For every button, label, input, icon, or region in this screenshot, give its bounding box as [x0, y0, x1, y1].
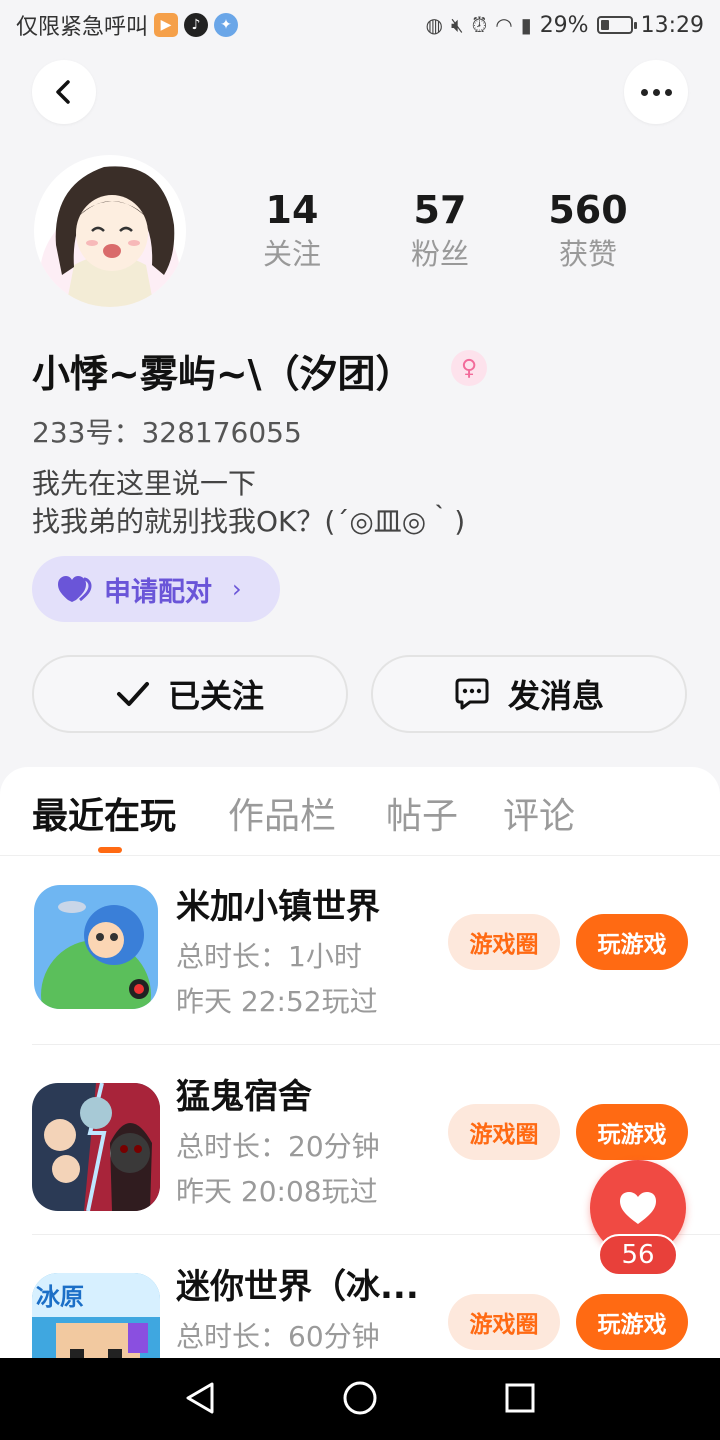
content-panel: 最近在玩 作品栏 帖子 评论 米加小镇世界 总时长：1小时 昨天 22:52玩过… — [0, 767, 720, 1387]
list-item[interactable]: 米加小镇世界 总时长：1小时 昨天 22:52玩过 游戏圈 玩游戏 — [0, 855, 720, 1045]
game-title: 猛鬼宿舍 — [176, 1077, 312, 1117]
stat-likes[interactable]: 560 获赞 — [528, 186, 648, 274]
tab-recently-played[interactable]: 最近在玩 — [32, 787, 176, 839]
game-last-played: 昨天 22:52玩过 — [176, 985, 378, 1018]
chevron-right-icon: › — [232, 575, 242, 603]
tab-bar: 最近在玩 作品栏 帖子 评论 — [0, 767, 720, 856]
stat-label: 粉丝 — [410, 237, 469, 271]
app-badge-icon: ✦ — [214, 13, 239, 37]
avatar[interactable] — [34, 155, 186, 307]
more-dots-icon — [640, 88, 672, 96]
follow-button-label: 已关注 — [167, 677, 264, 715]
system-nav-bar — [0, 1358, 720, 1440]
game-duration: 总时长：1小时 — [176, 940, 362, 973]
stat-followers[interactable]: 57 粉丝 — [380, 186, 500, 274]
alarm-icon: ⏰︎ — [471, 13, 488, 37]
stat-value: 560 — [548, 188, 628, 232]
signal-icon: ▮ — [520, 13, 532, 37]
nav-back-button[interactable] — [180, 1378, 220, 1418]
game-title: 米加小镇世界 — [176, 887, 380, 927]
circle-home-icon — [343, 1381, 377, 1415]
profile-bio: 我先在这里说一下 找我弟的就别找我OK？(´◎皿◎｀) — [32, 465, 465, 541]
game-circle-button[interactable]: 游戏圈 — [448, 914, 560, 970]
game-icon — [32, 1083, 160, 1211]
like-count-badge: 56 — [598, 1234, 678, 1276]
request-pair-button[interactable]: 申请配对 › — [32, 556, 280, 622]
more-options-button[interactable] — [624, 60, 688, 124]
mute-icon: 🔇︎ — [451, 13, 464, 37]
play-game-button[interactable]: 玩游戏 — [576, 1104, 688, 1160]
tab-comments[interactable]: 评论 — [503, 787, 575, 839]
battery-icon — [596, 16, 637, 34]
status-bar: 仅限紧急呼叫 ▶ ♪ ✦ ◍ 🔇︎ ⏰︎ ◠ ▮ 29% 13:29 — [0, 0, 720, 50]
message-button-label: 发消息 — [507, 677, 604, 715]
square-recents-icon — [505, 1383, 535, 1413]
follow-button[interactable]: 已关注 — [32, 655, 348, 733]
game-circle-button[interactable]: 游戏圈 — [448, 1104, 560, 1160]
nav-home-button[interactable] — [340, 1378, 380, 1418]
chat-bubble-icon — [455, 678, 489, 710]
game-icon-label: 冰原 — [36, 1283, 84, 1311]
female-gender-icon: ♀ — [451, 350, 487, 386]
stat-following[interactable]: 14 关注 — [232, 186, 352, 274]
send-message-button[interactable]: 发消息 — [371, 655, 687, 733]
game-circle-button[interactable]: 游戏圈 — [448, 1294, 560, 1350]
tiktok-icon: ♪ — [184, 13, 209, 37]
game-title: 迷你世界（冰... — [176, 1267, 419, 1307]
stat-label: 关注 — [262, 237, 321, 271]
game-duration: 总时长：20分钟 — [176, 1130, 380, 1163]
bio-line: 找我弟的就别找我OK？(´◎皿◎｀) — [32, 505, 466, 538]
active-tab-indicator — [98, 847, 122, 853]
stat-value: 57 — [413, 188, 467, 232]
game-icon — [34, 885, 158, 1009]
bio-line: 我先在这里说一下 — [32, 467, 257, 500]
nav-recents-button[interactable] — [500, 1378, 540, 1418]
game-last-played: 昨天 20:08玩过 — [176, 1175, 378, 1208]
play-game-button[interactable]: 玩游戏 — [576, 1294, 688, 1350]
carrier-text: 仅限紧急呼叫 — [16, 15, 149, 40]
triangle-back-icon — [186, 1382, 214, 1414]
stat-label: 获赞 — [558, 237, 617, 271]
chevron-left-icon — [56, 80, 70, 104]
check-icon — [116, 682, 149, 706]
clock: 13:29 — [640, 12, 704, 38]
avatar-image — [34, 155, 186, 307]
stat-value: 14 — [265, 188, 319, 232]
user-id: 233号：328176055 — [32, 416, 302, 449]
game-duration: 总时长：60分钟 — [176, 1320, 380, 1353]
battery-percent: 29% — [539, 12, 589, 38]
play-game-button[interactable]: 玩游戏 — [576, 914, 688, 970]
app-notification-icon: ▶ — [154, 13, 179, 37]
tab-works[interactable]: 作品栏 — [228, 787, 336, 839]
pair-button-label: 申请配对 — [104, 576, 212, 608]
back-button[interactable] — [32, 60, 96, 124]
wifi-icon: ◠ — [495, 13, 513, 37]
tab-posts[interactable]: 帖子 — [386, 787, 458, 839]
heart-icon — [620, 1192, 656, 1224]
profile-name: 小悸~雾屿~\（汐团） — [32, 352, 414, 396]
hearts-icon — [58, 576, 92, 602]
hd-call-icon: ◍ — [425, 13, 443, 37]
